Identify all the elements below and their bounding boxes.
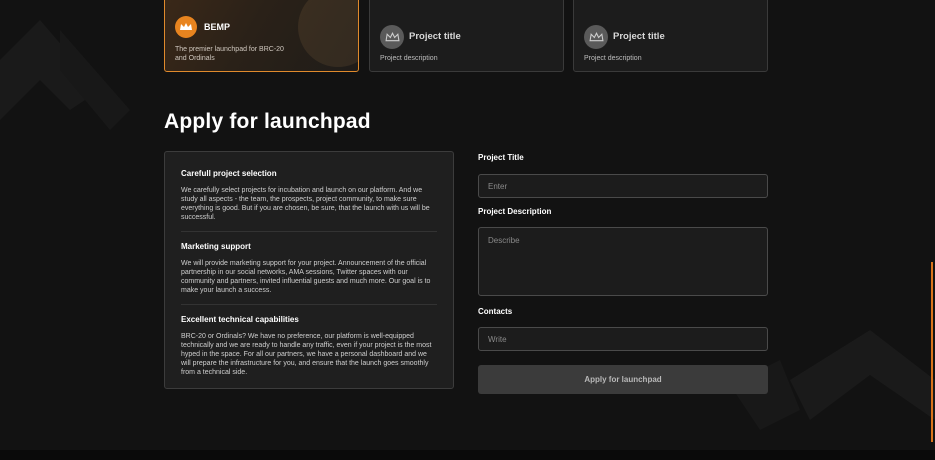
benefit-text: We will provide marketing support for yo… xyxy=(181,260,431,294)
benefit-text: BRC-20 or Ordinals? We have no preferenc… xyxy=(181,333,432,376)
benefit-title: Marketing support xyxy=(181,242,251,251)
apply-button[interactable]: Apply for launchpad xyxy=(478,365,768,394)
crown-icon xyxy=(584,25,608,49)
project-title-label: Project Title xyxy=(478,153,524,162)
benefit-section: Marketing support We will provide market… xyxy=(181,232,437,305)
project-title-input[interactable] xyxy=(478,174,768,198)
contacts-input[interactable] xyxy=(478,327,768,351)
project-description-label: Project Description xyxy=(478,207,552,216)
contacts-label: Contacts xyxy=(478,307,513,316)
card-project-description: Project description xyxy=(380,55,438,62)
card-watermark xyxy=(298,0,358,67)
bemp-logo-icon xyxy=(175,16,197,38)
page-title: Apply for launchpad xyxy=(164,110,371,133)
project-cards: BEMP The premier launchpad for BRC-20 an… xyxy=(164,0,768,72)
card-project-name: BEMP xyxy=(204,22,231,32)
benefit-title: Excellent technical capabilities xyxy=(181,315,299,324)
benefit-section: Carefull project selection We carefully … xyxy=(181,152,437,232)
card-project-description: Project description xyxy=(584,55,642,62)
project-description-input[interactable] xyxy=(478,227,768,296)
card-project-title: Project title xyxy=(409,31,461,42)
benefit-title: Carefull project selection xyxy=(181,169,277,178)
project-card-placeholder[interactable]: Project title Project description xyxy=(369,0,564,72)
crown-icon xyxy=(380,25,404,49)
card-project-title: Project title xyxy=(613,31,665,42)
benefit-section: Excellent technical capabilities BRC-20 … xyxy=(181,305,437,377)
launchpad-benefits-panel: Carefull project selection We carefully … xyxy=(164,151,454,389)
scrollbar-thumb[interactable] xyxy=(931,262,933,442)
project-card-bemp[interactable]: BEMP The premier launchpad for BRC-20 an… xyxy=(164,0,359,72)
benefit-text: We carefully select projects for incubat… xyxy=(181,187,430,221)
card-project-description: The premier launchpad for BRC-20 and Ord… xyxy=(175,46,284,62)
project-card-placeholder[interactable]: Project title Project description xyxy=(573,0,768,72)
footer-strip xyxy=(0,450,935,460)
